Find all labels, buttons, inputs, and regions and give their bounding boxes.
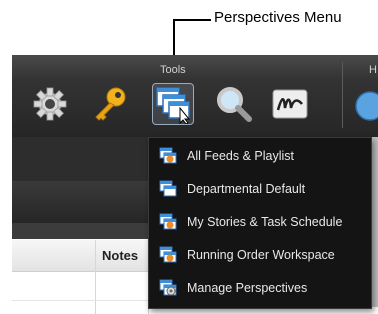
callout-label: Perspectives Menu [214,9,342,26]
menu-item-label: All Feeds & Playlist [187,149,294,163]
notes-column-header[interactable]: Notes [102,248,138,263]
key-button[interactable] [90,84,130,124]
settings-button[interactable] [30,84,70,124]
toolbar-group-label-help: H [369,64,377,76]
help-button[interactable] [350,84,378,124]
menu-item-label: Manage Perspectives [187,281,308,295]
menu-item-my-stories-task-schedule[interactable]: My Stories & Task Schedule [149,207,371,237]
perspective-feeds-icon [159,147,177,165]
menu-item-manage-perspectives[interactable]: Manage Perspectives [149,273,371,303]
toolbar-group-label-tools: Tools [160,64,186,76]
menu-item-label: Departmental Default [187,182,306,196]
help-icon [355,91,378,121]
perspective-stories-icon [159,213,177,231]
toolbar-separator [342,62,343,128]
perspective-default-icon [159,180,177,198]
perspectives-dropdown-menu: All Feeds & Playlist Departmental Defaul… [148,137,372,309]
manage-perspectives-icon [159,279,177,297]
gear-icon [33,87,67,121]
column-divider [95,240,96,314]
script-button[interactable] [270,84,310,124]
signature-icon [272,89,308,119]
key-icon [95,87,126,121]
magnifier-icon [217,87,252,122]
menu-item-departmental-default[interactable]: Departmental Default [149,174,371,204]
callout-line-horizontal [173,19,211,21]
perspectives-icon [156,87,191,124]
menu-item-label: Running Order Workspace [187,248,335,262]
menu-item-label: My Stories & Task Schedule [187,215,343,229]
perspective-running-order-icon [159,246,177,264]
search-button[interactable] [214,84,254,124]
menu-item-running-order-workspace[interactable]: Running Order Workspace [149,240,371,270]
perspectives-menu-button[interactable] [152,83,194,125]
menu-item-all-feeds-playlist[interactable]: All Feeds & Playlist [149,141,371,171]
